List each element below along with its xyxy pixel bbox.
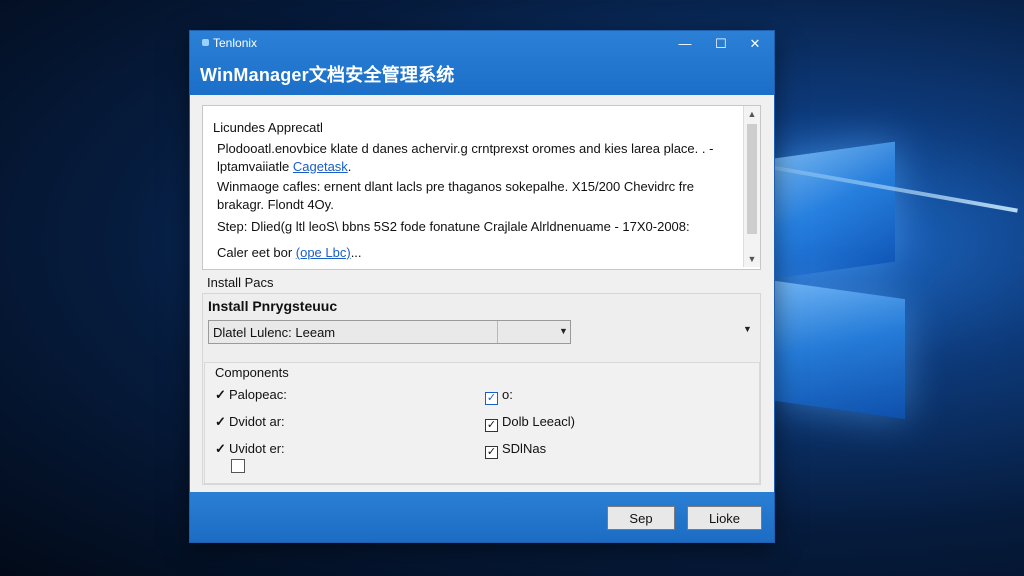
- title-bar[interactable]: Tenlonix WinManager文档安全管理系统 — ☐ ✕: [190, 31, 774, 95]
- lioke-button[interactable]: Lioke: [687, 506, 762, 530]
- component-checkbox[interactable]: ✓ Dolb Leeacl): [485, 414, 575, 432]
- maximize-icon[interactable]: ☐: [710, 34, 732, 54]
- license-line-text: lptamvaiiatle: [217, 159, 293, 174]
- license-line-suffix: .: [347, 159, 352, 174]
- install-type-dropdown[interactable]: Dlatel Lulenc: Leeam ▼: [208, 320, 571, 344]
- components-title: Components: [215, 365, 289, 380]
- license-line: Step: Dlied(g ltl leoS\ bbns 5S2 fode fo…: [217, 219, 690, 234]
- checkbox-checked-icon: ✓: [485, 446, 498, 459]
- license-line: Caler eet bor (ope Lbc)...: [217, 245, 362, 260]
- logo-pane-top: [775, 141, 895, 279]
- window-heading: WinManager文档安全管理系统: [200, 65, 455, 85]
- check-icon: ✓: [215, 414, 226, 429]
- license-line: Plodooatl.enovbice klate d danes achervi…: [217, 141, 713, 156]
- check-icon: ✓: [215, 387, 226, 402]
- component-label: Dvidot ar:: [229, 414, 285, 429]
- logo-pane-bottom: [775, 280, 905, 420]
- installer-window: Tenlonix WinManager文档安全管理系统 — ☐ ✕ Licund…: [190, 31, 774, 542]
- component-checkbox[interactable]: ✓ Uvidot er:: [215, 441, 285, 457]
- extra-checkbox[interactable]: [231, 459, 245, 473]
- component-checkbox[interactable]: ✓ o:: [485, 387, 513, 405]
- install-section-label: Install Pacs: [207, 275, 274, 290]
- checkbox-checked-icon: ✓: [485, 419, 498, 432]
- scroll-down-icon[interactable]: ▼: [744, 251, 760, 267]
- license-line-text: Caler eet bor: [217, 245, 296, 260]
- checkbox-checked-icon: ✓: [485, 392, 498, 405]
- close-icon[interactable]: ✕: [744, 34, 766, 54]
- window-content: Licundes Apprecatl Plodooatl.enovbice kl…: [190, 95, 774, 492]
- license-line: brakagr. Flondt 4Oy.: [217, 197, 334, 212]
- component-label: Uvidot er:: [229, 441, 285, 456]
- license-line-suffix: ...: [350, 245, 362, 260]
- dropdown-divider: [497, 321, 498, 343]
- component-checkbox[interactable]: ✓ Palopeac:: [215, 387, 287, 403]
- component-label: Dolb Leeacl): [502, 414, 575, 429]
- minimize-icon[interactable]: —: [674, 34, 696, 54]
- install-group: Install Pnrygsteuuc Dlatel Lulenc: Leeam…: [202, 293, 761, 485]
- license-link[interactable]: Cagetask: [293, 159, 348, 174]
- chevron-down-icon[interactable]: ▼: [559, 326, 568, 336]
- license-textbox[interactable]: Licundes Apprecatl Plodooatl.enovbice kl…: [202, 105, 761, 270]
- component-label: o:: [502, 387, 513, 402]
- license-line: lptamvaiiatle Cagetask.: [217, 159, 351, 174]
- button-bar: Sep Lioke: [190, 492, 774, 542]
- components-group: Components ✓ Palopeac: ✓ Dvidot ar: ✓ Uvido…: [204, 362, 760, 484]
- app-icon: [202, 39, 209, 46]
- license-line-text: Plodooatl.enovbice klate d danes achervi…: [217, 141, 714, 156]
- scroll-up-icon[interactable]: ▲: [744, 106, 760, 122]
- chevron-down-icon[interactable]: ▼: [743, 324, 752, 334]
- license-link[interactable]: (ope Lbc): [296, 245, 351, 260]
- dropdown-value: Dlatel Lulenc: Leeam: [213, 325, 336, 340]
- component-label: Palopeac:: [229, 387, 287, 402]
- sep-button[interactable]: Sep: [607, 506, 675, 530]
- license-line-text: Winmaoge cafles: ernent dlant lacls pre …: [217, 179, 694, 194]
- license-line-text: brakagr. Flondt 4Oy.: [217, 197, 334, 212]
- license-line-text: Step: Dlied(g ltl leoS\ bbns 5S2 fode fo…: [217, 219, 690, 234]
- component-checkbox[interactable]: ✓ Dvidot ar:: [215, 414, 285, 430]
- app-name: Tenlonix: [202, 36, 257, 50]
- license-line: Winmaoge cafles: ernent dlant lacls pre …: [217, 179, 694, 194]
- component-label: SDlNas: [502, 441, 547, 456]
- component-checkbox[interactable]: ✓ SDlNas: [485, 441, 546, 459]
- app-name-text: Tenlonix: [213, 36, 258, 50]
- install-sub-label: Install Pnrygsteuuc: [208, 298, 338, 314]
- check-icon: ✓: [215, 441, 226, 456]
- license-scrollbar[interactable]: ▲ ▼: [743, 106, 760, 267]
- scroll-thumb[interactable]: [747, 124, 757, 234]
- license-title: Licundes Apprecatl: [213, 120, 323, 135]
